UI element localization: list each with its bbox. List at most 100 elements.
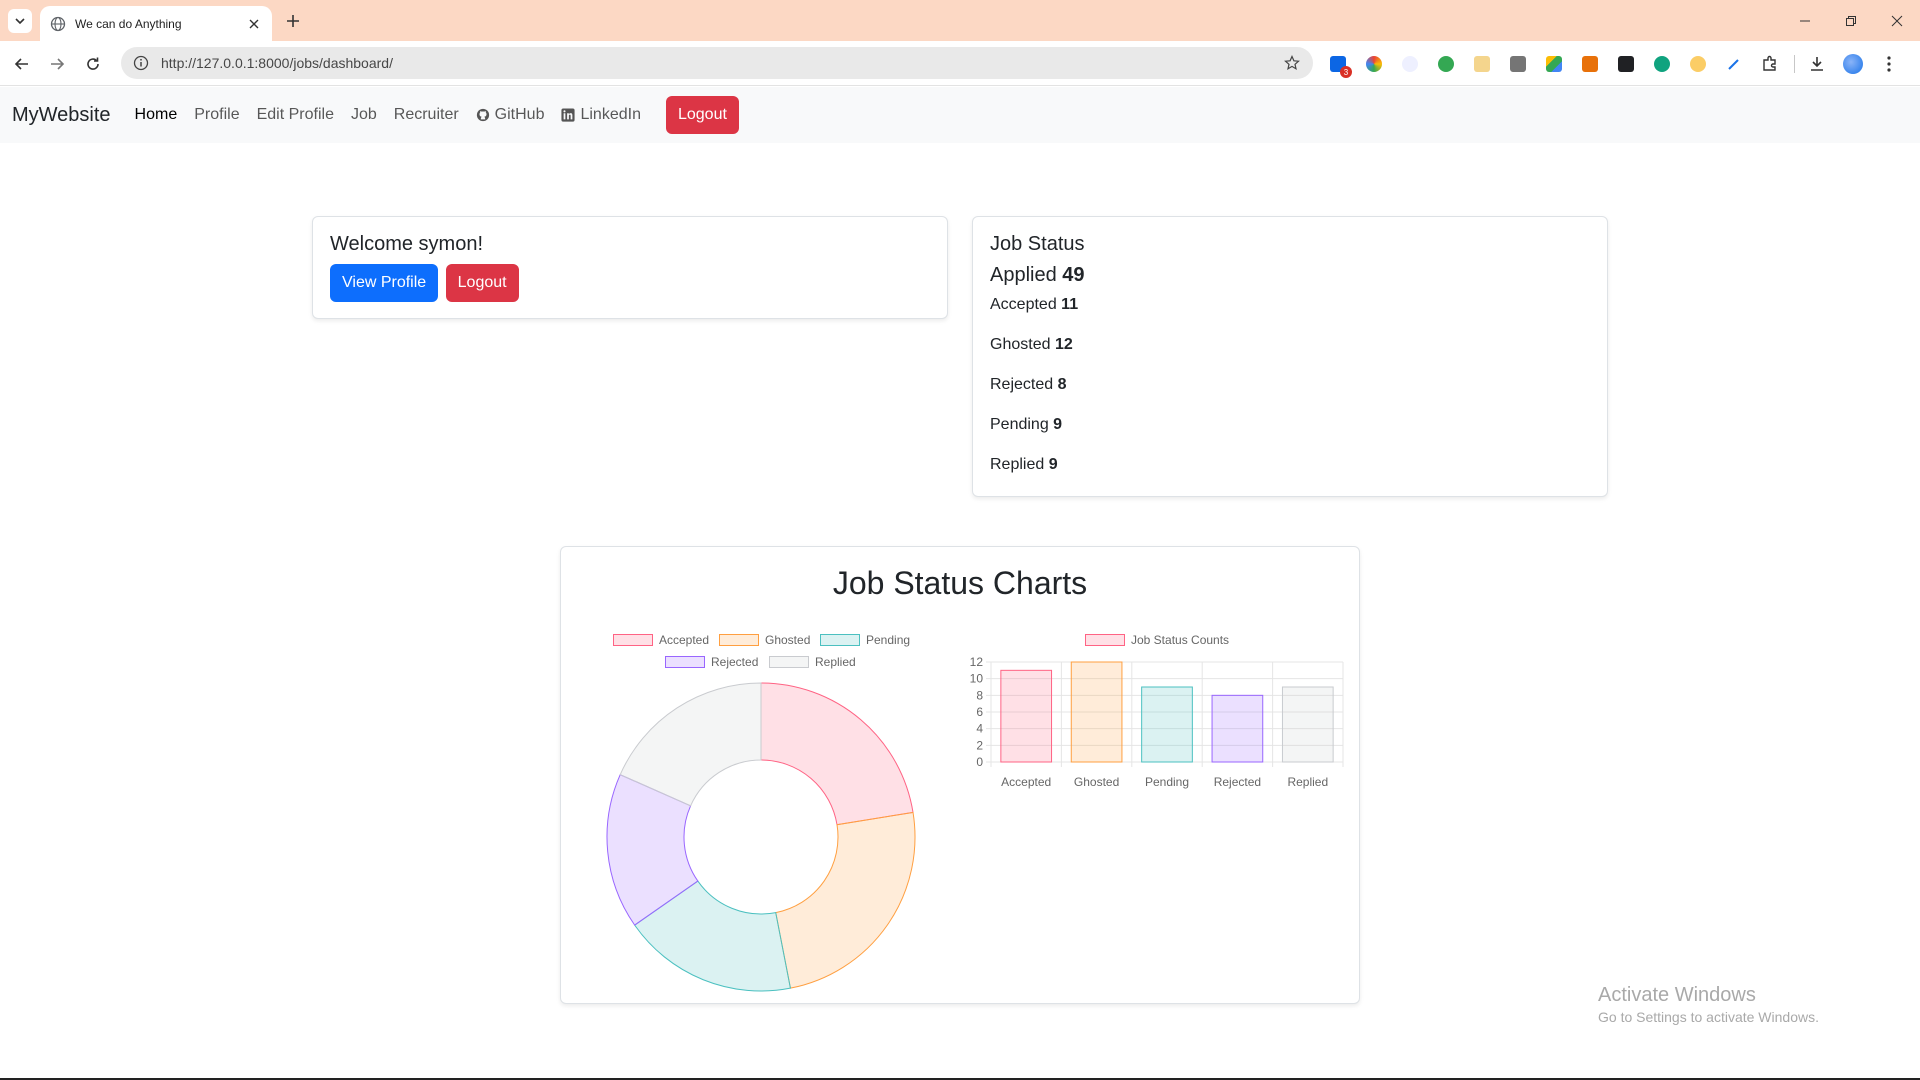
status-row-accepted: Accepted 11 xyxy=(990,296,1590,336)
arrow-right-icon xyxy=(51,58,65,70)
status-label: Accepted xyxy=(990,296,1057,313)
orange-tool-icon xyxy=(1582,56,1598,72)
nav-link-label: Edit Profile xyxy=(256,106,334,123)
doughnut-slice-ghosted xyxy=(775,811,916,989)
reload-icon xyxy=(87,57,99,70)
back-button[interactable] xyxy=(12,54,32,74)
nav-link-linkedin[interactable]: LinkedIn xyxy=(561,106,641,124)
legend-swatch xyxy=(1085,634,1125,646)
x-tick-label: Rejected xyxy=(1214,775,1261,789)
letter-l-icon xyxy=(1510,56,1526,72)
status-value: 9 xyxy=(1053,416,1063,433)
linkedin-icon xyxy=(561,108,576,122)
legend-item-job-status-counts[interactable]: Job Status Counts xyxy=(1085,633,1229,647)
legend-item-ghosted[interactable]: Ghosted xyxy=(719,633,810,647)
legend-swatch xyxy=(665,656,705,668)
watermark-subtitle: Go to Settings to activate Windows. xyxy=(1598,1009,1819,1025)
bar-chart-icon xyxy=(1474,56,1490,72)
extension-trello[interactable]: 3 xyxy=(1326,52,1352,78)
extension-plus[interactable] xyxy=(1434,52,1458,76)
status-label: Ghosted xyxy=(990,336,1051,353)
bar-chart: 0 2 4 6 8 10 12 Accepted Ghosted Pending Rejected R… xyxy=(970,655,1344,789)
legend-item-pending[interactable]: Pending xyxy=(820,633,910,647)
nav-link-home[interactable]: Home xyxy=(135,106,178,124)
address-bar[interactable]: http://127.0.0.1:8000/jobs/dashboard/ xyxy=(121,47,1313,79)
status-label: Pending xyxy=(990,416,1049,433)
legend-label: Ghosted xyxy=(765,633,811,647)
logout-button[interactable]: Logout xyxy=(445,264,519,302)
nav-link-label: Job xyxy=(350,106,377,123)
downloads-button[interactable] xyxy=(1805,52,1829,76)
y-tick-label: 12 xyxy=(970,655,984,669)
navbar-brand[interactable]: MyWebsite xyxy=(12,104,111,127)
extension-color[interactable] xyxy=(1362,52,1386,76)
toolbar-separator xyxy=(1794,55,1795,73)
y-tick-label: 8 xyxy=(976,688,983,702)
status-value: 11 xyxy=(1061,296,1079,313)
extension-chatgpt[interactable] xyxy=(1650,52,1674,76)
nav-link-github[interactable]: GitHub xyxy=(476,106,545,124)
nav-link-label: GitHub xyxy=(494,106,545,123)
nav-link-profile[interactable]: Profile xyxy=(194,106,239,124)
status-label: Rejected xyxy=(990,376,1054,393)
download-icon xyxy=(1811,57,1823,71)
job-status-heading: Job Status xyxy=(990,233,1085,255)
tab-title: We can do Anything xyxy=(75,16,182,31)
letter-b-icon xyxy=(1402,56,1418,72)
restore-icon xyxy=(1846,15,1856,26)
extension-pen[interactable] xyxy=(1722,52,1746,76)
close-window-button[interactable] xyxy=(1874,0,1920,41)
tab-search-button[interactable] xyxy=(8,9,32,33)
extension-badge: 3 xyxy=(1340,66,1352,78)
reload-button[interactable] xyxy=(83,54,103,74)
extension-chart[interactable] xyxy=(1470,52,1494,76)
doughnut-slice-accepted xyxy=(760,682,914,826)
chatgpt-icon xyxy=(1654,56,1670,72)
extensions-area: 3 xyxy=(1326,52,1913,78)
legend-item-accepted[interactable]: Accepted xyxy=(613,633,709,647)
forward-button[interactable] xyxy=(47,54,67,74)
doughnut-chart xyxy=(606,682,916,992)
x-tick-label: Accepted xyxy=(1001,775,1051,789)
legend-item-replied[interactable]: Replied xyxy=(769,655,856,669)
restore-button[interactable] xyxy=(1828,0,1874,41)
welcome-card: Welcome symon! View Profile Logout xyxy=(312,216,948,319)
legend-swatch xyxy=(820,634,860,646)
profile-avatar-button[interactable] xyxy=(1841,52,1865,76)
extension-drive[interactable] xyxy=(1542,52,1566,76)
close-icon xyxy=(249,19,259,28)
tab-close-button[interactable] xyxy=(246,16,262,32)
nav-link-edit-profile[interactable]: Edit Profile xyxy=(257,106,334,124)
new-tab-button[interactable] xyxy=(282,10,304,32)
extension-face[interactable] xyxy=(1686,52,1710,76)
site-info-button[interactable] xyxy=(133,55,149,71)
legend-swatch xyxy=(769,656,809,668)
bookmark-star-button[interactable] xyxy=(1283,54,1301,72)
dark-tool-icon xyxy=(1618,56,1634,72)
green-plus-icon xyxy=(1438,56,1454,72)
browser-tab[interactable]: We can do Anything xyxy=(40,6,272,41)
info-icon xyxy=(133,55,149,71)
nav-link-recruiter[interactable]: Recruiter xyxy=(394,106,459,124)
nav-link-job[interactable]: Job xyxy=(351,106,377,124)
chevron-down-icon xyxy=(15,18,25,25)
legend-item-rejected[interactable]: Rejected xyxy=(665,655,758,669)
extensions-menu-button[interactable] xyxy=(1758,52,1782,76)
nav-link-label: Home xyxy=(134,106,178,123)
extension-b[interactable] xyxy=(1398,52,1422,76)
browser-menu-button[interactable] xyxy=(1877,52,1901,76)
extension-orange[interactable] xyxy=(1578,52,1602,76)
drive-icon xyxy=(1546,56,1562,72)
bar-replied xyxy=(1281,686,1334,763)
bar-ghosted xyxy=(1070,661,1123,763)
extension-dark[interactable] xyxy=(1614,52,1638,76)
color-wheel-icon xyxy=(1366,56,1382,72)
extension-l[interactable] xyxy=(1506,52,1530,76)
avatar-icon xyxy=(1843,54,1863,74)
nav-link-label: Recruiter xyxy=(393,106,459,123)
view-profile-button[interactable]: View Profile xyxy=(330,264,439,302)
status-row-replied: Replied 9 xyxy=(990,456,1590,496)
minimize-button[interactable] xyxy=(1782,0,1828,41)
navbar-logout-button[interactable]: Logout xyxy=(665,96,739,134)
bar-pending xyxy=(1141,686,1193,763)
